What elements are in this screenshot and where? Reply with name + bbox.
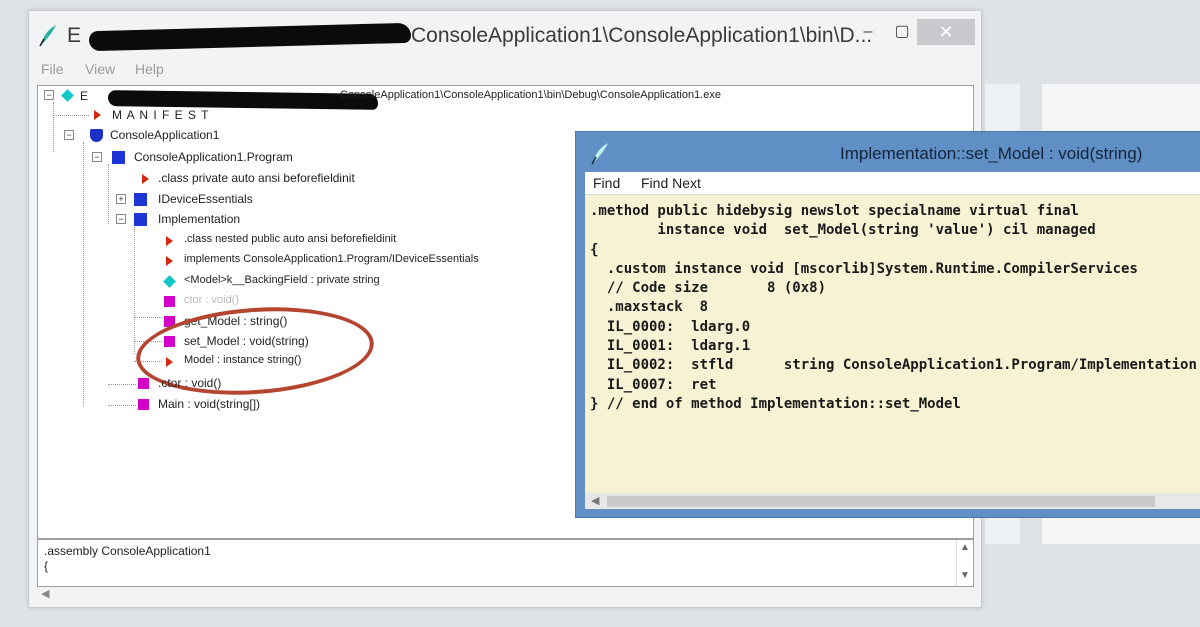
method-icon <box>138 378 149 389</box>
code-line: // Code size 8 (0x8) <box>590 280 827 297</box>
disassembly-window: Implementation::set_Model : void(string)… <box>575 131 1200 518</box>
info-line: { <box>44 559 49 573</box>
menu-help[interactable]: Help <box>135 61 164 77</box>
tree-item-assembly[interactable]: ConsoleApplication1 <box>110 128 219 142</box>
tree-item-manifest[interactable]: M A N I F E S T <box>112 108 209 122</box>
tree-connector <box>134 317 162 318</box>
code-view[interactable]: Find Find Next .method public hidebysig … <box>585 172 1200 509</box>
tree-connector <box>108 405 136 406</box>
tree-item-main[interactable]: Main : void(string[]) <box>158 397 260 411</box>
scroll-thumb[interactable] <box>607 496 1155 507</box>
tree-item-impl-implements[interactable]: implements ConsoleApplication1.Program/I… <box>184 253 479 265</box>
tree-connector <box>83 142 84 406</box>
code-line: } // end of method Implementation::set_M… <box>590 395 961 412</box>
class-decl-icon <box>166 236 173 246</box>
window-title: ConsoleApplication1\ConsoleApplication1\… <box>411 24 873 47</box>
code-line: .method public hidebysig newslot special… <box>590 203 1079 219</box>
code-line: IL_0007: ret <box>590 376 717 393</box>
tree-root-label[interactable]: E <box>80 89 88 103</box>
vertical-scrollbar[interactable]: ▲ ▼ <box>956 540 973 586</box>
scroll-down-icon[interactable]: ▼ <box>960 570 970 581</box>
expand-toggle[interactable]: + <box>116 194 126 204</box>
tree-item-implementation[interactable]: Implementation <box>158 212 240 226</box>
menu-file[interactable]: File <box>41 61 64 77</box>
popup-title: Implementation::set_Model : void(string) <box>840 144 1143 163</box>
assembly-file-icon <box>61 89 74 102</box>
namespace-icon <box>90 129 103 142</box>
method-icon <box>138 399 149 410</box>
info-pane[interactable]: .assembly ConsoleApplication1 { ▲ ▼ <box>37 539 974 587</box>
tree-item-ctor-partial[interactable]: ctor : void() <box>184 294 239 306</box>
maximize-button[interactable]: ▢ <box>889 19 915 45</box>
class-icon <box>134 213 147 226</box>
tree-connector <box>134 224 135 354</box>
collapse-toggle[interactable]: − <box>92 152 102 162</box>
code-line: .custom instance void [mscorlib]System.R… <box>590 260 1138 277</box>
tree-item-program-decl[interactable]: .class private auto ansi beforefieldinit <box>158 171 355 185</box>
collapse-toggle[interactable]: − <box>44 90 54 100</box>
menu-bar: File View Help <box>29 59 981 81</box>
menu-find-next[interactable]: Find Next <box>641 175 701 191</box>
field-icon <box>163 275 176 288</box>
title-bar[interactable]: E ConsoleApplication1\ConsoleApplication… <box>29 11 981 59</box>
quill-icon <box>39 25 56 47</box>
tree-connector <box>108 164 109 224</box>
horizontal-scrollbar[interactable]: ◀ <box>37 587 972 603</box>
menu-view[interactable]: View <box>85 61 115 77</box>
code-line: instance void set_Model(string 'value') … <box>590 222 1096 239</box>
tree-connector <box>53 102 54 152</box>
code-line: { <box>590 241 599 258</box>
class-decl-icon <box>142 174 149 184</box>
il-code: .method public hidebysig newslot special… <box>590 202 1197 414</box>
scroll-left-icon[interactable]: ◀ <box>41 587 49 600</box>
tree-connector <box>108 384 136 385</box>
tree-connector <box>53 115 89 116</box>
code-line: IL_0002: stfld string ConsoleApplication… <box>590 357 1197 374</box>
quill-icon <box>591 143 608 165</box>
implements-icon <box>166 256 173 266</box>
collapse-toggle[interactable]: − <box>64 130 74 140</box>
popup-menu-bar: Find Find Next <box>585 172 1200 195</box>
tree-item-ctor[interactable]: .ctor : void() <box>158 376 221 390</box>
code-line: IL_0001: ldarg.1 <box>590 338 751 355</box>
code-line: .maxstack 8 <box>590 299 709 316</box>
tree-item-backing-field[interactable]: <Model>k__BackingField : private string <box>184 274 380 286</box>
menu-find[interactable]: Find <box>593 175 620 191</box>
window-title-prefix: E <box>67 24 82 47</box>
tree-item-impl-decl[interactable]: .class nested public auto ansi beforefie… <box>184 233 396 245</box>
tree-item-program-class[interactable]: ConsoleApplication1.Program <box>134 150 293 164</box>
minimize-button[interactable]: – <box>855 19 881 45</box>
class-icon <box>112 151 125 164</box>
redaction-mark <box>107 90 379 110</box>
collapse-toggle[interactable]: − <box>116 214 126 224</box>
info-line: .assembly ConsoleApplication1 <box>44 544 211 558</box>
code-line: IL_0000: ldarg.0 <box>590 318 751 335</box>
manifest-icon <box>94 110 101 120</box>
scroll-up-icon[interactable]: ▲ <box>960 542 970 553</box>
close-button[interactable]: ✕ <box>917 19 975 45</box>
tree-item-interface[interactable]: IDeviceEssentials <box>158 192 253 206</box>
popup-horizontal-scrollbar[interactable]: ◀ <box>585 493 1200 509</box>
tree-root-path[interactable]: ConsoleApplication1\ConsoleApplication1\… <box>340 89 721 101</box>
scroll-left-icon[interactable]: ◀ <box>591 494 599 507</box>
redaction-mark <box>88 22 412 52</box>
interface-icon <box>134 193 147 206</box>
method-icon <box>164 296 175 307</box>
popup-title-bar[interactable]: Implementation::set_Model : void(string) <box>576 132 1200 172</box>
